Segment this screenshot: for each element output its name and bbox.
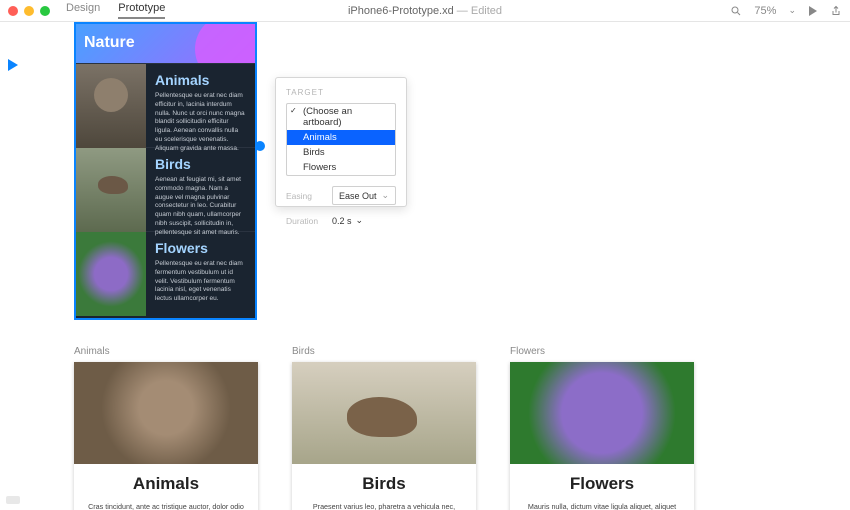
list-item[interactable]: Animals Pellentesque eu erat nec diam ef…	[76, 63, 255, 147]
duration-row: Duration 0.2 s ⌄	[286, 215, 396, 226]
zoom-chevron-icon[interactable]: ⌄	[788, 5, 796, 16]
card: Flowers Mauris nulla, dictum vitae ligul…	[510, 362, 694, 510]
play-preview-icon[interactable]	[808, 6, 818, 16]
developer-toggle-icon[interactable]	[6, 496, 20, 504]
dropdown-option[interactable]: (Choose an artboard)	[287, 104, 395, 130]
card-body: Cras tincidunt, ante ac tristique auctor…	[74, 502, 258, 510]
duration-value-control[interactable]: 0.2 s ⌄	[332, 215, 363, 226]
card-heading: Animals	[74, 464, 258, 502]
artboard-nature[interactable]: Nature Animals Pellentesque eu erat nec …	[74, 22, 257, 320]
duration-label: Duration	[286, 216, 326, 226]
canvas[interactable]: Nature Animals Pellentesque eu erat nec …	[0, 22, 850, 510]
card-image	[292, 362, 476, 464]
artboard-birds[interactable]: Birds Birds Praesent varius leo, pharetr…	[292, 346, 476, 510]
easing-label: Easing	[286, 191, 326, 201]
list-item[interactable]: Flowers Pellentesque eu erat nec diam fe…	[76, 231, 255, 315]
toolbar-right: 75% ⌄	[730, 5, 842, 17]
card-image	[74, 362, 258, 464]
chevron-down-icon: ⌄	[381, 190, 389, 201]
thumbnail-birds	[76, 148, 146, 232]
thumbnail-flowers	[76, 232, 146, 316]
easing-value: Ease Out	[339, 191, 377, 201]
artboard-label: Birds	[292, 346, 476, 357]
mode-tabs: Design Prototype	[66, 2, 165, 19]
artboard-label: Flowers	[510, 346, 694, 357]
share-icon[interactable]	[830, 5, 842, 17]
easing-select[interactable]: Ease Out ⌄	[332, 186, 396, 205]
row-text: Flowers Pellentesque eu erat nec diam fe…	[146, 232, 255, 315]
wire-connector[interactable]	[255, 141, 265, 151]
tab-prototype[interactable]: Prototype	[118, 2, 165, 19]
artboard-title: Nature	[84, 34, 135, 52]
interaction-panel: TARGET (Choose an artboard) Animals Bird…	[275, 77, 407, 207]
close-window[interactable]	[8, 6, 18, 16]
chevron-down-icon: ⌄	[356, 215, 364, 226]
row-title: Animals	[155, 72, 246, 88]
dropdown-option[interactable]: Flowers	[287, 160, 395, 175]
document-name: iPhone6-Prototype.xd	[348, 5, 454, 17]
row-body: Aenean at feugiat mi, sit amet commodo m…	[155, 176, 246, 237]
artboard-flowers[interactable]: Flowers Flowers Mauris nulla, dictum vit…	[510, 346, 694, 510]
zoom-window[interactable]	[40, 6, 50, 16]
target-label: TARGET	[286, 88, 396, 97]
card-image	[510, 362, 694, 464]
easing-row: Easing Ease Out ⌄	[286, 186, 396, 205]
dropdown-list: (Choose an artboard) Animals Birds Flowe…	[287, 104, 395, 175]
artboard-animals[interactable]: Animals Animals Cras tincidunt, ante ac …	[74, 346, 258, 510]
row-title: Flowers	[155, 240, 246, 256]
thumbnail-animals	[76, 64, 146, 148]
window-controls	[8, 6, 50, 16]
card: Birds Praesent varius leo, pharetra a ve…	[292, 362, 476, 510]
minimize-window[interactable]	[24, 6, 34, 16]
row-title: Birds	[155, 156, 246, 172]
row-text: Birds Aenean at feugiat mi, sit amet com…	[146, 148, 255, 231]
duration-value: 0.2 s	[332, 216, 352, 226]
row-body: Pellentesque eu erat nec diam efficitur …	[155, 92, 246, 153]
app-toolbar: Design Prototype iPhone6-Prototype.xd — …	[0, 0, 850, 22]
dropdown-option[interactable]: Animals	[287, 130, 395, 145]
row-body: Pellentesque eu erat nec diam fermentum …	[155, 260, 246, 304]
search-icon[interactable]	[730, 5, 742, 17]
document-edited-suffix: — Edited	[454, 5, 502, 17]
home-artboard-marker-icon[interactable]	[8, 58, 18, 76]
artboard-header: Nature	[76, 24, 255, 63]
target-dropdown[interactable]: (Choose an artboard) Animals Birds Flowe…	[286, 103, 396, 176]
card-heading: Flowers	[510, 464, 694, 502]
card-heading: Birds	[292, 464, 476, 502]
card: Animals Cras tincidunt, ante ac tristiqu…	[74, 362, 258, 510]
dropdown-option[interactable]: Birds	[287, 145, 395, 160]
card-body: Praesent varius leo, pharetra a vehicula…	[292, 502, 476, 510]
list-item[interactable]: Birds Aenean at feugiat mi, sit amet com…	[76, 147, 255, 231]
row-text: Animals Pellentesque eu erat nec diam ef…	[146, 64, 255, 147]
document-title: iPhone6-Prototype.xd — Edited	[348, 5, 502, 17]
tab-design[interactable]: Design	[66, 2, 100, 19]
card-body: Mauris nulla, dictum vitae ligula alique…	[510, 502, 694, 510]
zoom-level[interactable]: 75%	[754, 5, 776, 17]
artboard-label: Animals	[74, 346, 258, 357]
